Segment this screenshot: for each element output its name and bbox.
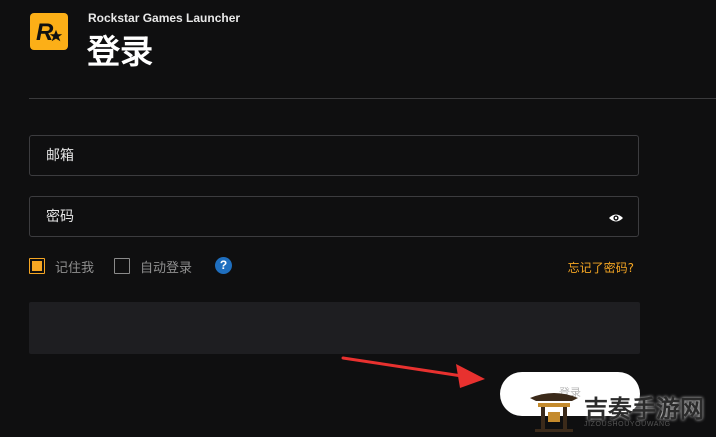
auto-login-option[interactable]: 自动登录 xyxy=(114,257,193,276)
remember-me-checkbox[interactable] xyxy=(29,258,45,274)
forgot-password-link[interactable]: 忘记了密码? xyxy=(568,259,634,276)
auto-login-checkbox[interactable] xyxy=(114,258,130,274)
watermark-subtext: JIZOUSHOUYOUWANG xyxy=(584,421,671,428)
red-arrow-annotation xyxy=(341,356,485,388)
show-password-eye-icon[interactable] xyxy=(608,210,624,224)
rockstar-logo-icon: R xyxy=(30,13,68,50)
password-input[interactable] xyxy=(30,197,638,236)
help-icon[interactable]: ? xyxy=(215,257,232,274)
app-title: Rockstar Games Launcher xyxy=(88,11,241,25)
password-field-container xyxy=(29,196,639,237)
remember-me-option[interactable]: 记住我 xyxy=(29,257,95,276)
page-title: 登录 xyxy=(87,32,153,71)
remember-me-label: 记住我 xyxy=(55,260,95,276)
header-divider xyxy=(29,98,716,99)
email-input[interactable] xyxy=(30,136,638,175)
info-panel xyxy=(29,302,640,354)
auto-login-label: 自动登录 xyxy=(140,260,193,276)
watermark: 吉奏手游网 JIZOUSHOUYOUWANG xyxy=(528,386,716,433)
watermark-pavilion-icon xyxy=(530,393,578,432)
watermark-text: 吉奏手游网 xyxy=(584,394,704,423)
email-field-container xyxy=(29,135,639,176)
